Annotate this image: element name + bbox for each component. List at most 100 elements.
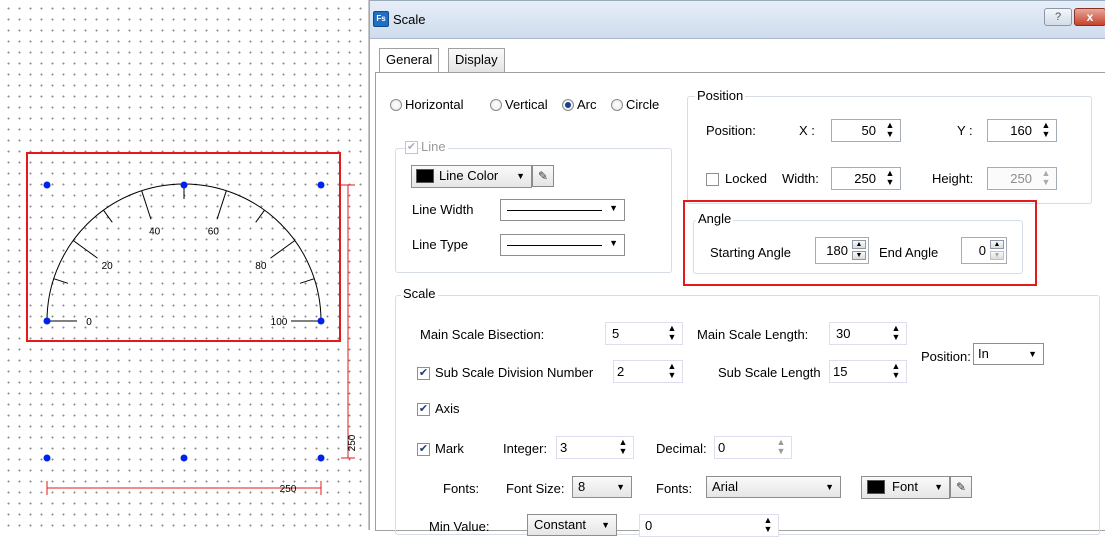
selection-rect	[26, 152, 341, 342]
scale-label: 80	[255, 261, 267, 272]
radio-horizontal-label: Horizontal	[405, 97, 464, 112]
line-group-title: Line	[421, 139, 448, 154]
scale-position-label: Position:	[921, 349, 971, 364]
min-mode-dropdown[interactable]: Constant ▼	[527, 514, 617, 536]
line-color-dropdown[interactable]: Line Color ▼	[411, 165, 532, 188]
resize-handle	[43, 454, 51, 462]
line-checkbox[interactable]: ✔	[405, 141, 418, 154]
radio-arc[interactable]	[562, 99, 574, 111]
sub-scale-division-input[interactable]: 2 ▲ ▼	[613, 360, 683, 383]
font-name-dropdown[interactable]: Arial ▼	[706, 476, 841, 498]
minor-tick	[103, 209, 113, 223]
sub-scale-length-input[interactable]: 15 ▲ ▼	[829, 360, 907, 383]
minor-tick	[53, 278, 69, 284]
general-tab-panel: Horizontal Vertical Arc Circle ✔ Line Li…	[375, 72, 1105, 537]
spin-arrows-icon: ▲ ▼	[763, 515, 773, 534]
major-tick	[141, 190, 152, 220]
minor-tick	[255, 209, 265, 223]
help-button[interactable]: ?	[1044, 8, 1072, 26]
spin-arrows-icon: ▲ ▼	[891, 361, 901, 380]
spin-arrows-icon: ▲ ▼	[667, 361, 677, 380]
scale-label: 100	[271, 317, 288, 328]
scale-label: 20	[102, 261, 114, 272]
eyedropper-icon[interactable]: ✎	[532, 165, 554, 187]
design-canvas[interactable]: 0 20 40 60 80 100 250 250	[0, 0, 369, 530]
angle-highlight-box	[683, 200, 1037, 286]
mark-label: Mark	[435, 441, 464, 456]
major-tick	[270, 240, 296, 259]
mark-checkbox[interactable]: ✔	[417, 443, 430, 456]
height-label: Height:	[932, 171, 974, 186]
font-name-label: Fonts:	[656, 481, 693, 496]
font-color-swatch	[867, 480, 885, 494]
x-input[interactable]: 50 ▲ ▼	[831, 119, 901, 142]
chevron-down-icon: ▼	[516, 171, 525, 181]
app-icon: Fs	[373, 11, 389, 27]
axis-label: Axis	[435, 401, 460, 416]
radio-arc-label: Arc	[577, 97, 597, 112]
eyedropper-icon[interactable]: ✎	[950, 476, 972, 498]
dialog-title: Scale	[393, 12, 426, 27]
radio-vertical-label: Vertical	[505, 97, 548, 112]
line-type-select[interactable]: ▼	[500, 234, 625, 256]
scale-label: 40	[149, 227, 161, 238]
line-sample	[507, 245, 602, 246]
main-scale-bisection-label: Main Scale Bisection:	[420, 327, 545, 342]
major-tick	[72, 240, 98, 259]
position-group-title: Position	[695, 88, 746, 103]
integer-input[interactable]: 3 ▲ ▼	[556, 436, 634, 459]
main-scale-bisection-input[interactable]: 5 ▲ ▼	[605, 322, 683, 345]
width-input[interactable]: 250 ▲ ▼	[831, 167, 901, 190]
scale-drawing: 0 20 40 60 80 100 250 250	[26, 152, 358, 495]
scale-arc	[46, 183, 322, 322]
scale-group-title: Scale	[401, 286, 438, 301]
chevron-down-icon: ▼	[601, 520, 610, 530]
dialog-titlebar[interactable]: Fs Scale ? x	[370, 1, 1105, 39]
major-tick	[216, 190, 227, 220]
decimal-label: Decimal:	[656, 441, 707, 456]
resize-handle	[180, 181, 188, 189]
spin-arrows-icon: ▲ ▼	[885, 120, 895, 139]
resize-handle	[43, 181, 51, 189]
chevron-down-icon: ▼	[609, 238, 618, 248]
font-color-dropdown[interactable]: Font ▼	[861, 476, 950, 499]
sub-scale-length-label: Sub Scale Length	[718, 365, 821, 380]
height-input[interactable]: 250 ▲ ▼	[987, 167, 1057, 190]
radio-circle[interactable]	[611, 99, 623, 111]
radio-circle-label: Circle	[626, 97, 660, 112]
chevron-down-icon: ▼	[1028, 349, 1037, 359]
line-type-label: Line Type	[412, 237, 469, 252]
line-width-select[interactable]: ▼	[500, 199, 625, 221]
font-button-label: Font	[892, 479, 919, 494]
height-dimension-text: 250	[347, 434, 358, 451]
radio-vertical[interactable]	[490, 99, 502, 111]
axis-checkbox[interactable]: ✔	[417, 403, 430, 416]
min-value-input[interactable]: 0 ▲ ▼	[639, 514, 779, 537]
spin-arrows-icon: ▲ ▼	[1041, 120, 1051, 139]
line-color-swatch	[416, 169, 434, 183]
spin-arrows-icon: ▲ ▼	[618, 437, 628, 456]
font-size-dropdown[interactable]: 8 ▼	[572, 476, 632, 498]
y-input[interactable]: 160 ▲ ▼	[987, 119, 1057, 142]
sub-scale-checkbox[interactable]: ✔	[417, 367, 430, 380]
position-label: Position:	[706, 123, 756, 138]
spin-arrows-icon: ▲ ▼	[667, 323, 677, 342]
close-button[interactable]: x	[1074, 8, 1105, 26]
main-scale-length-input[interactable]: 30 ▲ ▼	[829, 322, 907, 345]
resize-handle	[317, 181, 325, 189]
y-label: Y :	[957, 123, 973, 138]
chevron-down-icon: ▼	[825, 482, 834, 492]
line-sample	[507, 210, 602, 211]
width-label: Width:	[782, 171, 819, 186]
tab-general[interactable]: General	[379, 48, 440, 73]
decimal-input[interactable]: 0 ▲ ▼	[714, 436, 792, 459]
x-label: X :	[799, 123, 815, 138]
width-dimension-text: 250	[280, 484, 297, 495]
radio-horizontal[interactable]	[390, 99, 402, 111]
scale-position-dropdown[interactable]: In ▼	[973, 343, 1044, 365]
scale-label: 60	[208, 227, 220, 238]
locked-label: Locked	[725, 171, 767, 186]
tab-display[interactable]: Display	[448, 48, 505, 72]
locked-checkbox[interactable]	[706, 173, 719, 186]
minor-tick	[299, 278, 315, 284]
